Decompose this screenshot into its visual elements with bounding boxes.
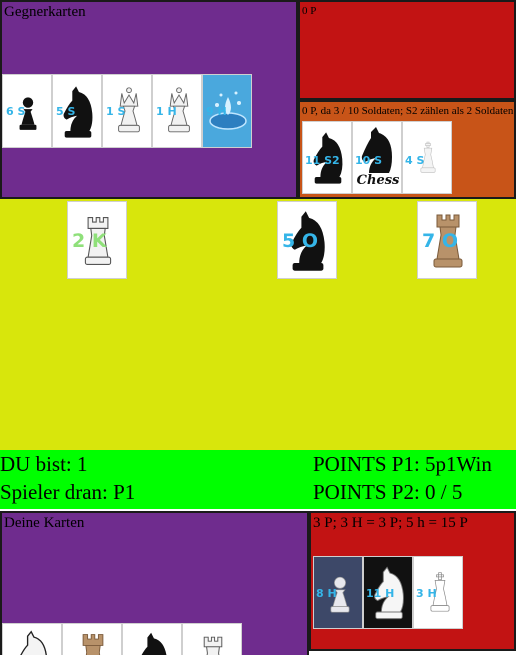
soldier-card[interactable]: 11 S2	[302, 121, 352, 194]
opponent-points-title: 0 P	[302, 5, 317, 17]
my-card[interactable]	[182, 623, 242, 655]
opponent-card[interactable]: 1 H	[152, 74, 202, 148]
points-card[interactable]: 3 H	[413, 556, 463, 629]
card-label: 11 S2	[305, 154, 340, 167]
soldiers-title: 0 P, da 3 / 10 Soldaten; S2 zählen als 2…	[302, 105, 514, 117]
soldier-card[interactable]: 4 S	[402, 121, 452, 194]
card-label: 8 H	[316, 587, 337, 600]
points-p2-text: POINTS P2: 0 / 5	[313, 480, 463, 504]
card-label: 5 O	[282, 230, 318, 252]
current-player-text: Spieler dran: P1	[0, 480, 136, 504]
board-card[interactable]: 2 K	[67, 201, 127, 279]
my-cards-panel: Deine Karten	[0, 511, 309, 655]
my-card[interactable]	[2, 623, 62, 655]
card-label: 1 H	[156, 105, 177, 118]
opponent-card[interactable]: 6 S	[2, 74, 52, 148]
soldiers-panel: 0 P, da 3 / 10 Soldaten; S2 zählen als 2…	[298, 100, 516, 199]
card-label: 4 S	[405, 154, 425, 167]
board-card[interactable]: 7 O	[417, 201, 477, 279]
my-card[interactable]	[62, 623, 122, 655]
card-label: 11 H	[366, 587, 395, 600]
my-card[interactable]	[122, 623, 182, 655]
my-points-title: 3 P; 3 H = 3 P; 5 h = 15 P	[313, 515, 468, 531]
game-board: 2 K 5 O 7 O	[0, 199, 516, 450]
you-are-text: DU bist: 1	[0, 452, 88, 476]
my-points-panel: 3 P; 3 H = 3 P; 5 h = 15 P 8 H 11 H 3 H	[309, 511, 516, 651]
card-label: 7 O	[422, 230, 458, 252]
svg-text:Chess: Chess	[357, 173, 399, 188]
points-card[interactable]: 11 H	[363, 556, 413, 629]
card-label: 3 H	[416, 587, 437, 600]
my-cards-title: Deine Karten	[4, 515, 85, 531]
status-bar: DU bist: 1 Spieler dran: P1 POINTS P1: 5…	[0, 450, 516, 509]
card-label: 1 S	[106, 105, 126, 118]
rook-wood-icon	[75, 630, 111, 655]
points-card[interactable]: 8 H	[313, 556, 363, 629]
opponent-card[interactable]: 1 S	[102, 74, 152, 148]
points-p1-text: POINTS P1: 5p1Win	[313, 452, 492, 476]
card-label: 6 S	[6, 105, 26, 118]
card-label: 9 H	[206, 105, 227, 118]
opponent-cards-title: Gegnerkarten	[4, 4, 86, 20]
opponent-card[interactable]: 9 H	[202, 74, 252, 148]
rook-white-icon	[197, 630, 229, 655]
opponent-points-panel: 0 P	[298, 0, 516, 100]
card-label: 5 S	[56, 105, 76, 118]
board-card[interactable]: 5 O	[277, 201, 337, 279]
knight-black-icon	[133, 630, 173, 655]
card-label: 2 K	[72, 230, 107, 252]
opponent-card[interactable]: 5 S	[52, 74, 102, 148]
opponent-cards-panel: Gegnerkarten 6 S 5 S 1 S 1 H 9 H	[0, 0, 298, 199]
knight-white-icon	[15, 628, 51, 655]
soldier-card[interactable]: Chess 10 S	[352, 121, 402, 194]
card-label: 10 S	[355, 154, 383, 167]
